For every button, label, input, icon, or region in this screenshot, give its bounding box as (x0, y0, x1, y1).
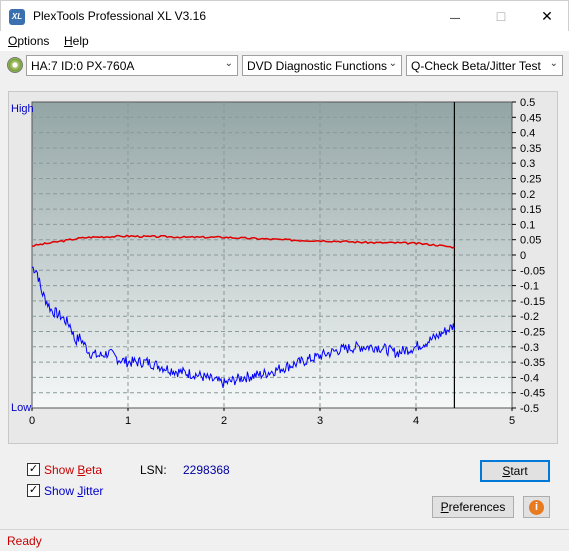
status-bar: Ready (0, 529, 569, 551)
lsn-label: LSN: (140, 463, 167, 477)
drive-select[interactable]: HA:7 ID:0 PX-760A ⌄ (26, 55, 238, 76)
close-icon: ✕ (541, 8, 553, 24)
test-select[interactable]: Q-Check Beta/Jitter Test ⌄ (406, 55, 563, 76)
y-tick-label: -0.05 (520, 265, 545, 277)
menu-bar: Options Help (0, 31, 569, 51)
checkmark-icon: ✓ (28, 463, 39, 475)
y-tick-label: -0.45 (520, 388, 545, 400)
y-tick-label: -0.4 (520, 372, 539, 384)
drive-select-value: HA:7 ID:0 PX-760A (31, 59, 135, 73)
y-tick-label: 0.2 (520, 189, 535, 201)
y-tick-label: 0.45 (520, 112, 541, 124)
checkmark-icon: ✓ (28, 484, 39, 496)
close-button[interactable]: ✕ (524, 1, 569, 32)
maximize-icon: □ (496, 8, 506, 24)
chart-panel: 0 1 2 3 4 5 0.5 0.45 0.4 0.35 0.3 0.25 0.2 0.15 0.1 0.0… (8, 91, 558, 444)
title-bar: XL PlexTools Professional XL V3.16 — □ ✕ (0, 0, 569, 31)
start-button[interactable]: Start (480, 460, 550, 482)
y-tick-label: 0.3 (520, 158, 535, 170)
chevron-down-icon: ⌄ (224, 58, 233, 69)
info-button[interactable]: i (523, 496, 550, 518)
minimize-icon: — (450, 13, 460, 24)
y-tick-label: 0.05 (520, 235, 541, 247)
function-select-value: DVD Diagnostic Functions (247, 59, 388, 73)
y-tick-label: -0.2 (520, 311, 539, 323)
test-select-value: Q-Check Beta/Jitter Test (411, 59, 541, 73)
menu-help[interactable]: Help (64, 34, 89, 48)
x-tick-label: 0 (29, 415, 35, 427)
app-logo-icon: XL (9, 9, 25, 25)
beta-jitter-chart: 0 1 2 3 4 5 0.5 0.45 0.4 0.35 0.3 0.25 0.2 0.15 0.1 0.0… (11, 97, 545, 427)
lsn-value: 2298368 (183, 463, 230, 477)
y-tick-label: 0.1 (520, 219, 535, 231)
y-tick-label: 0.35 (520, 143, 541, 155)
x-tick-label: 4 (413, 415, 419, 427)
y-tick-label: -0.15 (520, 296, 545, 308)
window-title: PlexTools Professional XL V3.16 (33, 9, 206, 23)
y-tick-label: -0.35 (520, 357, 545, 369)
function-select[interactable]: DVD Diagnostic Functions ⌄ (242, 55, 402, 76)
minimize-button[interactable]: — (432, 1, 478, 32)
y-tick-label: 0 (520, 250, 526, 262)
show-beta-label[interactable]: Show Beta (44, 463, 102, 477)
x-tick-label: 1 (125, 415, 131, 427)
y-tick-label: 0.4 (520, 128, 535, 140)
options-panel: ✓ Show Beta ✓ Show Jitter LSN: 2298368 S… (8, 452, 558, 522)
y-tick-label: 0.5 (520, 97, 535, 109)
x-tick-label: 5 (509, 415, 515, 427)
show-jitter-checkbox[interactable]: ✓ (27, 484, 40, 497)
chevron-down-icon: ⌄ (388, 58, 397, 69)
y-axis-high-label: High (11, 103, 34, 115)
y-tick-label: -0.25 (520, 327, 545, 339)
chevron-down-icon: ⌄ (549, 58, 558, 69)
x-tick-label: 2 (221, 415, 227, 427)
y-tick-label: -0.1 (520, 281, 539, 293)
show-beta-checkbox[interactable]: ✓ (27, 463, 40, 476)
y-tick-label: 0.25 (520, 174, 541, 186)
show-jitter-label[interactable]: Show Jitter (44, 484, 103, 498)
info-icon: i (529, 500, 544, 515)
preferences-button[interactable]: Preferences (432, 496, 514, 518)
y-tick-label: -0.3 (520, 342, 539, 354)
menu-options[interactable]: Options (8, 34, 49, 48)
y-axis-low-label: Low (11, 402, 31, 414)
disc-drive-icon (7, 57, 23, 73)
maximize-button[interactable]: □ (478, 1, 524, 32)
x-tick-label: 3 (317, 415, 323, 427)
y-tick-label: -0.5 (520, 403, 539, 415)
y-tick-label: 0.15 (520, 204, 541, 216)
status-text: Ready (7, 534, 42, 548)
